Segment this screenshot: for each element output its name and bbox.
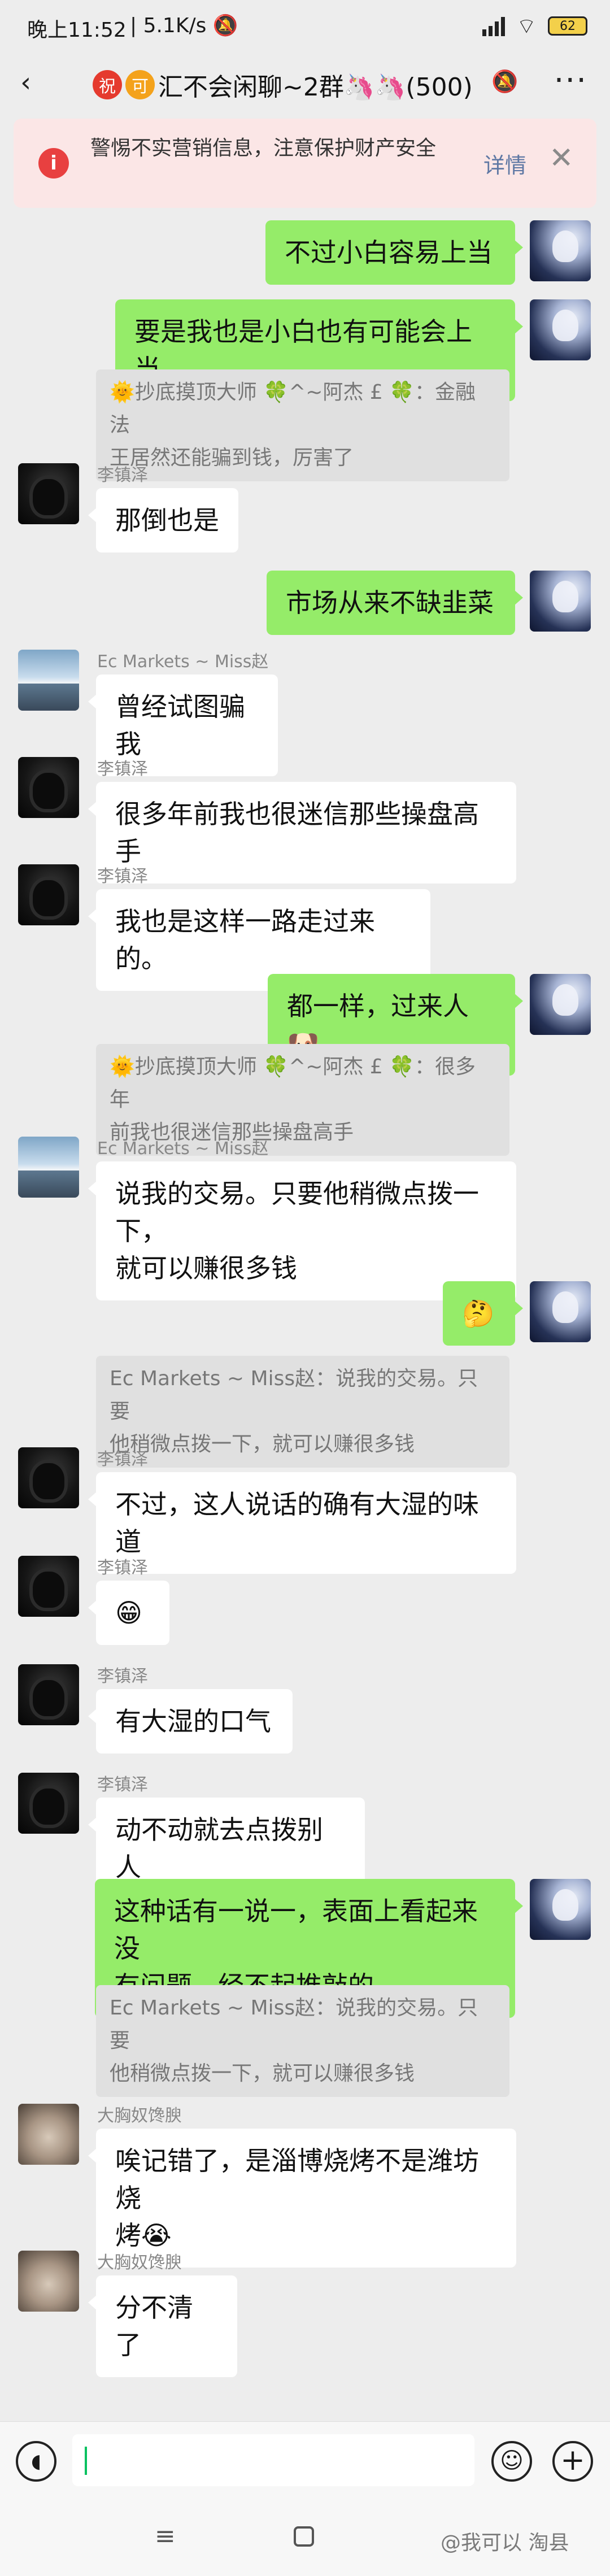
voice-input-icon[interactable]: ◖ — [16, 2441, 56, 2482]
sender-avatar[interactable] — [18, 2251, 79, 2312]
system-nav-bar: ≡ @我可以 淘县 — [0, 2497, 610, 2576]
watermark: @我可以 淘县 — [441, 2531, 569, 2555]
status-speed: | 5.1K/s 🔕 — [130, 14, 238, 37]
sender-avatar[interactable] — [18, 2104, 79, 2165]
text-caret — [85, 2447, 87, 2475]
my-avatar[interactable] — [530, 974, 591, 1035]
alarm-off-icon: 🔕 — [212, 14, 238, 37]
incoming-message[interactable]: 分不清了 — [88, 2275, 237, 2377]
outgoing-message[interactable]: 🤔 — [443, 1281, 523, 1346]
sender-name: 大胸奴馋腴 — [97, 2106, 182, 2126]
menu-icon[interactable]: ≡ — [155, 2522, 176, 2551]
my-avatar[interactable] — [530, 1281, 591, 1342]
my-avatar[interactable] — [530, 1879, 591, 1940]
back-icon[interactable]: ‹ — [20, 67, 31, 98]
sender-name: 李镇泽 — [97, 1450, 148, 1469]
mute-bell-icon: 🔕 — [491, 69, 518, 94]
message-input[interactable] — [72, 2434, 474, 2486]
sender-name: Ec Markets ~ Miss赵 — [97, 1139, 269, 1159]
sender-name: 李镇泽 — [97, 759, 148, 779]
sender-avatar[interactable] — [18, 463, 79, 524]
quoted-message[interactable]: Ec Markets ~ Miss赵：说我的交易。只要 他稍微点拨一下，就可以赚… — [96, 1356, 509, 1468]
sender-avatar[interactable] — [18, 864, 79, 925]
outgoing-message[interactable]: 不过小白容易上当 — [265, 220, 523, 285]
sender-avatar[interactable] — [18, 1773, 79, 1834]
emoji-icon[interactable]: ☺ — [491, 2441, 532, 2482]
more-options-icon[interactable]: ··· — [554, 62, 587, 99]
sender-name: 李镇泽 — [97, 1775, 148, 1795]
sender-avatar[interactable] — [18, 1664, 79, 1725]
plus-icon[interactable]: + — [552, 2441, 593, 2482]
badge-ke: 可 — [125, 70, 155, 99]
incoming-message[interactable]: 说我的交易。只要他稍微点拨一下， 就可以赚很多钱 — [88, 1161, 516, 1300]
my-avatar[interactable] — [530, 571, 591, 632]
sender-avatar[interactable] — [18, 1137, 79, 1198]
incoming-message[interactable]: 😁 — [88, 1581, 169, 1645]
warning-text: 警惕不实营销信息，注意保护财产安全 — [90, 137, 437, 160]
info-icon: i — [38, 148, 69, 179]
battery-icon: 62 — [548, 16, 587, 36]
sender-avatar[interactable] — [18, 1556, 79, 1617]
badge-zhu: 祝 — [93, 70, 122, 99]
status-time: 晚上11:52 — [27, 19, 127, 42]
sender-avatar[interactable] — [18, 757, 79, 818]
quoted-message[interactable]: Ec Markets ~ Miss赵：说我的交易。只要 他稍微点拨一下，就可以赚… — [96, 1985, 509, 2097]
signal-icon — [482, 16, 506, 36]
incoming-message[interactable]: 有大湿的口气 — [88, 1689, 293, 1753]
sender-name: 李镇泽 — [97, 867, 148, 886]
sender-avatar[interactable] — [18, 650, 79, 711]
wifi-icon: ⌔ — [516, 14, 537, 38]
incoming-message[interactable]: 不过，这人说话的确有大湿的味道 — [88, 1472, 516, 1574]
sender-name: 大胸奴馋腴 — [97, 2253, 182, 2273]
sender-avatar[interactable] — [18, 1447, 79, 1508]
sender-name: 李镇泽 — [97, 1558, 148, 1578]
group-name: 汇不会闲聊~2群🦄🦄(500) — [158, 73, 473, 102]
outgoing-message[interactable]: 市场从来不缺韭菜 — [267, 571, 523, 635]
incoming-message[interactable]: 唉记错了，是淄博烧烤不是潍坊烧 烤😭 — [88, 2129, 516, 2268]
chat-header: ‹ 祝 可 汇不会闲聊~2群🦄🦄(500) 🔕 ··· — [0, 54, 610, 108]
sender-name: Ec Markets ~ Miss赵 — [97, 652, 269, 672]
sender-name: 李镇泽 — [97, 465, 148, 485]
sender-name: 李镇泽 — [97, 1666, 148, 1686]
close-icon[interactable]: ✕ — [549, 141, 574, 175]
input-bar: ◖ ☺ + — [0, 2421, 610, 2497]
incoming-message[interactable]: 很多年前我也很迷信那些操盘高手 — [88, 782, 516, 884]
status-bar: 晚上11:52 | 5.1K/s 🔕 ⌔ 62 — [0, 0, 610, 54]
chat-title: 祝 可 汇不会闲聊~2群🦄🦄(500) — [93, 67, 473, 103]
quoted-message[interactable]: 🌞抄底摸顶大师 🍀^~阿杰 £ 🍀：金融法 王居然还能骗到钱，厉害了 — [96, 369, 509, 481]
incoming-message[interactable]: 那倒也是 — [88, 488, 238, 552]
warning-detail-link[interactable]: 详情 — [483, 148, 526, 179]
my-avatar[interactable] — [530, 299, 591, 360]
my-avatar[interactable] — [530, 220, 591, 281]
warning-banner: i 警惕不实营销信息，注意保护财产安全 详情 ✕ — [14, 119, 596, 208]
home-icon[interactable] — [294, 2526, 314, 2547]
